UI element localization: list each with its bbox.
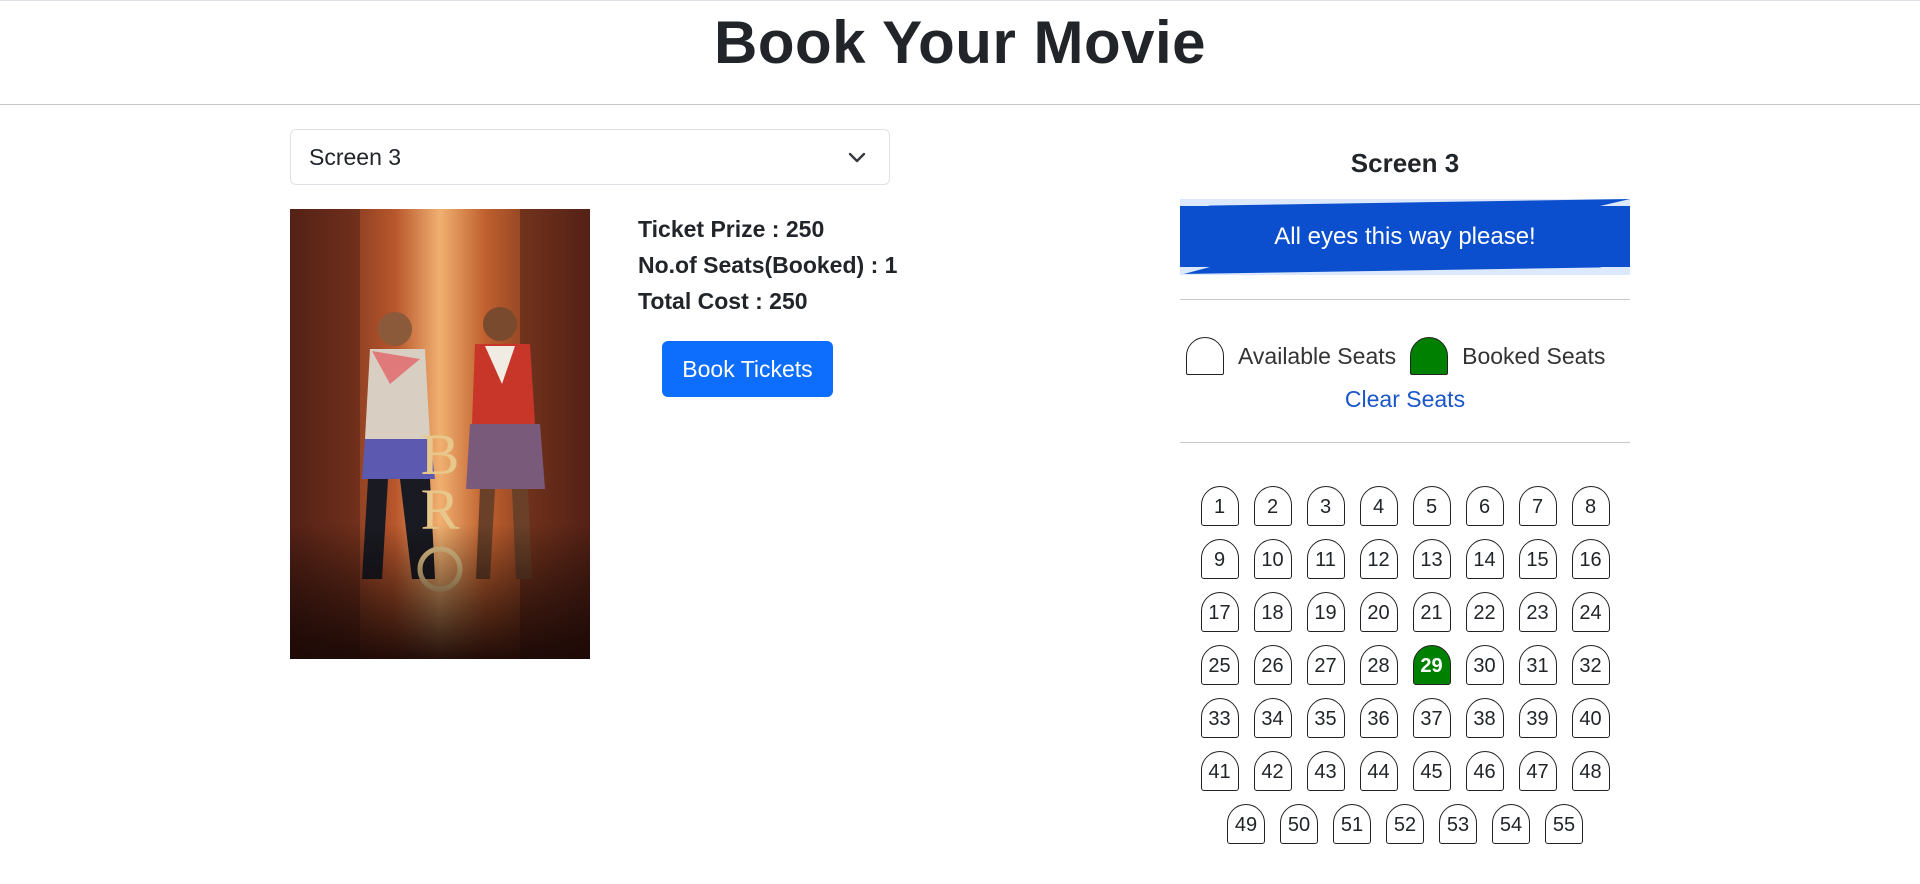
- seat-16[interactable]: 16: [1571, 539, 1610, 579]
- seat-39[interactable]: 39: [1518, 698, 1557, 738]
- divider: [1180, 299, 1630, 300]
- ticket-price: Ticket Prize : 250: [638, 216, 825, 242]
- seat-52[interactable]: 52: [1386, 804, 1424, 844]
- seat-6[interactable]: 6: [1465, 486, 1504, 526]
- seat-row: 49 50 51 52 53 54 55: [1180, 804, 1630, 857]
- legend-available-label: Available Seats: [1238, 342, 1397, 369]
- seat-row: 41 42 43 44 45 46 47 48: [1180, 751, 1630, 804]
- seat-11[interactable]: 11: [1306, 539, 1345, 579]
- seat-31[interactable]: 31: [1518, 645, 1557, 685]
- screen-banner-text: All eyes this way please!: [1274, 223, 1536, 250]
- seat-46[interactable]: 46: [1465, 751, 1504, 791]
- legend-booked-label: Booked Seats: [1462, 342, 1606, 369]
- seat-2[interactable]: 2: [1253, 486, 1292, 526]
- screen-select-value: Screen 3: [309, 143, 402, 170]
- seat-44[interactable]: 44: [1359, 751, 1398, 791]
- seat-row: 9 10 11 12 13 14 15 16: [1180, 539, 1630, 592]
- seat-row: 25 26 27 28 29 30 31 32: [1180, 645, 1630, 698]
- seat-26[interactable]: 26: [1253, 645, 1292, 685]
- booking-summary: Ticket Prize : 250 No.of Seats(Booked) :…: [638, 211, 897, 319]
- divider: [1180, 442, 1630, 443]
- seat-19[interactable]: 19: [1306, 592, 1345, 632]
- seat-47[interactable]: 47: [1518, 751, 1557, 791]
- available-seat-icon: [1186, 337, 1224, 375]
- seat-1[interactable]: 1: [1200, 486, 1239, 526]
- seat-22[interactable]: 22: [1465, 592, 1504, 632]
- seat-34[interactable]: 34: [1253, 698, 1292, 738]
- booked-seat-icon: [1410, 337, 1449, 375]
- seat-24[interactable]: 24: [1571, 592, 1610, 632]
- seat-51[interactable]: 51: [1333, 804, 1371, 844]
- movie-poster: B R: [290, 209, 590, 659]
- book-tickets-button[interactable]: Book Tickets: [662, 341, 833, 397]
- seat-33[interactable]: 33: [1200, 698, 1239, 738]
- seat-40[interactable]: 40: [1571, 698, 1610, 738]
- seat-38[interactable]: 38: [1465, 698, 1504, 738]
- seat-25[interactable]: 25: [1200, 645, 1239, 685]
- seat-54[interactable]: 54: [1492, 804, 1530, 844]
- seats-booked-count: No.of Seats(Booked) : 1: [638, 252, 898, 278]
- page-title: Book Your Movie: [713, 9, 1206, 76]
- seat-55[interactable]: 55: [1545, 804, 1583, 844]
- seat-18[interactable]: 18: [1253, 592, 1292, 632]
- seat-3[interactable]: 3: [1306, 486, 1345, 526]
- seat-grid: 1 2 3 4 5 6 7 8 9 10 11 12 13 14 15 16 17 18 19 20 21 22 23 24 2…: [1180, 486, 1630, 857]
- seat-13[interactable]: 13: [1412, 539, 1451, 579]
- screen-select[interactable]: Screen 3: [290, 129, 890, 185]
- seat-42[interactable]: 42: [1253, 751, 1292, 791]
- seat-29[interactable]: 29: [1412, 645, 1451, 685]
- seat-row: 33 34 35 36 37 38 39 40: [1180, 698, 1630, 751]
- seat-legend: Available Seats Booked Seats: [1186, 336, 1619, 376]
- screen-banner: All eyes this way please!: [1180, 199, 1630, 275]
- seat-30[interactable]: 30: [1465, 645, 1504, 685]
- seat-41[interactable]: 41: [1200, 751, 1239, 791]
- seat-35[interactable]: 35: [1306, 698, 1345, 738]
- seat-7[interactable]: 7: [1518, 486, 1557, 526]
- seat-23[interactable]: 23: [1518, 592, 1557, 632]
- seat-48[interactable]: 48: [1571, 751, 1610, 791]
- total-cost: Total Cost : 250: [638, 288, 808, 314]
- seat-27[interactable]: 27: [1306, 645, 1345, 685]
- seat-14[interactable]: 14: [1465, 539, 1504, 579]
- seat-12[interactable]: 12: [1359, 539, 1398, 579]
- seat-21[interactable]: 21: [1412, 592, 1451, 632]
- seat-8[interactable]: 8: [1571, 486, 1610, 526]
- seat-9[interactable]: 9: [1200, 539, 1239, 579]
- seat-28[interactable]: 28: [1359, 645, 1398, 685]
- seat-5[interactable]: 5: [1412, 486, 1451, 526]
- seat-15[interactable]: 15: [1518, 539, 1557, 579]
- seat-50[interactable]: 50: [1280, 804, 1318, 844]
- chevron-down-icon: [848, 152, 866, 163]
- seat-20[interactable]: 20: [1359, 592, 1398, 632]
- seat-17[interactable]: 17: [1200, 592, 1239, 632]
- seat-row: 12345678: [1180, 486, 1630, 539]
- seat-37[interactable]: 37: [1412, 698, 1451, 738]
- seat-10[interactable]: 10: [1253, 539, 1292, 579]
- seat-32[interactable]: 32: [1571, 645, 1610, 685]
- clear-seats-link[interactable]: Clear Seats: [1180, 386, 1630, 413]
- seat-36[interactable]: 36: [1359, 698, 1398, 738]
- seat-45[interactable]: 45: [1412, 751, 1451, 791]
- page-header: Book Your Movie: [0, 1, 1920, 105]
- seat-53[interactable]: 53: [1439, 804, 1477, 844]
- screen-title: Screen 3: [1350, 148, 1460, 178]
- seat-49[interactable]: 49: [1227, 804, 1265, 844]
- seat-4[interactable]: 4: [1359, 486, 1398, 526]
- seat-43[interactable]: 43: [1306, 751, 1345, 791]
- seat-row: 17 18 19 20 21 22 23 24: [1180, 592, 1630, 645]
